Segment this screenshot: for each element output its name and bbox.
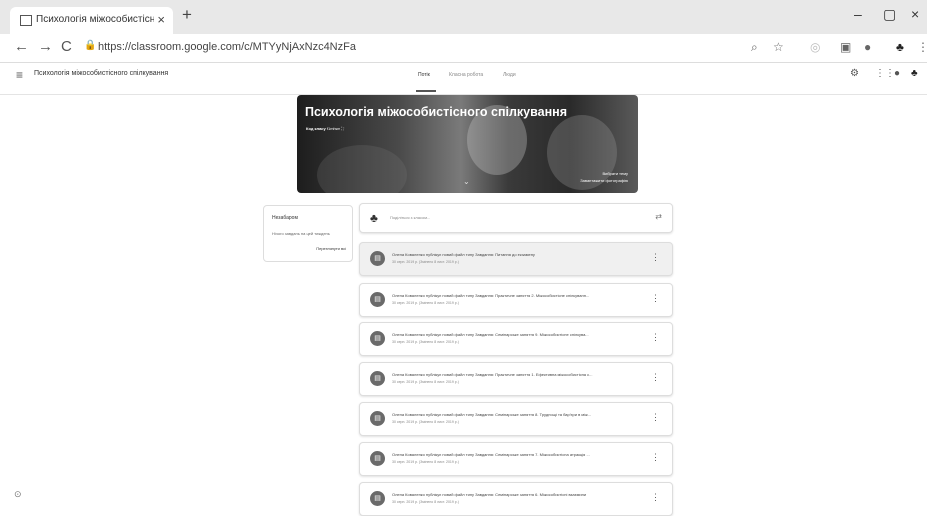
class-banner: Психологія міжособистісного спілкування …	[297, 95, 638, 193]
tab-title: Психологія міжособистісного с	[36, 14, 154, 25]
url-field[interactable]: 🔒 https://classroom.google.com/c/MTYyNjA…	[84, 38, 394, 58]
stream-post[interactable]: ▤ Олена Коваленко публікує новий файл ти…	[359, 242, 673, 276]
upcoming-subtitle: Нічого завдань на цей тиждень	[272, 231, 330, 236]
post-date: 30 серп. 2019 р. (Змінено 8 лист. 2019 р…	[392, 460, 459, 464]
theme-links: Вибрати тему Завантажити фотографію	[580, 170, 628, 184]
upcoming-card: Незабаром Нічого завдань на цей тиждень …	[263, 205, 353, 262]
class-code-value[interactable]: f1mhwr	[327, 126, 340, 131]
share-with-class-box[interactable]: ♣ Поділіться з класом... ⇄	[359, 203, 673, 233]
bookmark-star-icon[interactable]: ☆	[773, 40, 784, 54]
post-text: Олена Коваленко публікує новий файл типу…	[392, 412, 591, 417]
class-title: Психологія міжособистісного спілкування	[305, 105, 567, 119]
stream-post[interactable]: ▤ Олена Коваленко публікує новий файл ти…	[359, 283, 673, 317]
assignment-icon: ▤	[370, 331, 385, 346]
chevron-down-icon[interactable]: ⌄	[463, 177, 470, 186]
extension-circle-icon[interactable]: ●	[864, 40, 871, 54]
browser-menu-icon[interactable]: ⋮	[917, 40, 927, 54]
post-text: Олена Коваленко публікує новий файл типу…	[392, 293, 590, 298]
new-tab-button[interactable]: +	[182, 5, 192, 25]
repost-icon[interactable]: ⇄	[655, 212, 662, 221]
more-options-icon[interactable]: ⋮	[651, 412, 660, 423]
class-code: Код класу f1mhwr ⛶	[306, 126, 344, 131]
main-menu-icon[interactable]: ≡	[16, 68, 23, 82]
more-options-icon[interactable]: ⋮	[651, 332, 660, 343]
assignment-icon: ▤	[370, 411, 385, 426]
more-options-icon[interactable]: ⋮	[651, 293, 660, 304]
post-text: Олена Коваленко публікує новий файл типу…	[392, 332, 589, 337]
post-date: 30 серп. 2019 р. (Змінено 8 лист. 2019 р…	[392, 301, 459, 305]
extension-badge-icon[interactable]: ▣	[840, 40, 851, 54]
banner-photo-figure	[317, 145, 407, 193]
stream-post[interactable]: ▤ Олена Коваленко публікує новий файл ти…	[359, 482, 673, 516]
assignment-icon: ▤	[370, 371, 385, 386]
more-options-icon[interactable]: ⋮	[651, 372, 660, 383]
user-avatar-icon: ♣	[370, 211, 378, 225]
post-text: Олена Коваленко публікує новий файл типу…	[392, 492, 587, 497]
fullscreen-icon[interactable]: ⛶	[341, 126, 344, 131]
tab-people[interactable]: Люди	[503, 72, 516, 78]
assignment-icon: ▤	[370, 251, 385, 266]
upcoming-title: Незабаром	[272, 215, 298, 221]
post-date: 30 серп. 2019 р. (Змінено 8 лист. 2019 р…	[392, 420, 459, 424]
upload-photo-link[interactable]: Завантажити фотографію	[580, 177, 628, 184]
notifications-icon[interactable]: ●	[894, 68, 900, 79]
more-options-icon[interactable]: ⋮	[651, 252, 660, 263]
settings-gear-icon[interactable]: ⚙	[850, 68, 859, 79]
assignment-icon: ▤	[370, 292, 385, 307]
classroom-favicon-icon	[20, 15, 32, 26]
stream-post[interactable]: ▤ Олена Коваленко публікує новий файл ти…	[359, 322, 673, 356]
extension-icon[interactable]: ◎	[810, 40, 820, 54]
account-avatar-icon[interactable]: ♣	[911, 68, 918, 79]
post-date: 30 серп. 2019 р. (Змінено 8 лист. 2019 р…	[392, 380, 459, 384]
stream-post[interactable]: ▤ Олена Коваленко публікує новий файл ти…	[359, 402, 673, 436]
profile-avatar-icon[interactable]: ♣	[896, 40, 904, 54]
apps-grid-icon[interactable]: ⋮⋮	[875, 68, 895, 79]
share-placeholder: Поділіться з класом...	[390, 215, 431, 220]
forward-arrow-icon[interactable]: →	[38, 38, 53, 55]
tab-stream[interactable]: Потік	[418, 72, 430, 78]
post-text: Олена Коваленко публікує новий файл типу…	[392, 252, 535, 257]
post-date: 30 серп. 2019 р. (Змінено 8 лист. 2019 р…	[392, 340, 459, 344]
lock-icon: 🔒	[84, 40, 97, 51]
zoom-icon[interactable]: ⌕	[751, 40, 758, 55]
help-icon[interactable]: ⊙	[14, 489, 22, 500]
active-tab-indicator	[416, 90, 436, 92]
minimize-button[interactable]: –	[854, 6, 862, 22]
classroom-header	[0, 62, 927, 95]
stream-post[interactable]: ▤ Олена Коваленко публікує новий файл ти…	[359, 362, 673, 396]
more-options-icon[interactable]: ⋮	[651, 452, 660, 463]
more-options-icon[interactable]: ⋮	[651, 492, 660, 503]
assignment-icon: ▤	[370, 491, 385, 506]
class-code-label: Код класу	[306, 126, 326, 131]
maximize-button[interactable]: ▢	[883, 6, 896, 23]
tab-close-icon[interactable]: ×	[157, 12, 165, 27]
post-text: Олена Коваленко публікує новий файл типу…	[392, 372, 593, 377]
url-text: https://classroom.google.com/c/MTYyNjAxN…	[98, 41, 356, 53]
assignment-icon: ▤	[370, 451, 385, 466]
select-theme-link[interactable]: Вибрати тему	[580, 170, 628, 177]
close-window-button[interactable]: ×	[911, 6, 919, 22]
post-date: 30 серп. 2019 р. (Змінено 8 лист. 2019 р…	[392, 500, 459, 504]
reload-icon[interactable]: C	[61, 38, 72, 55]
stream-post[interactable]: ▤ Олена Коваленко публікує новий файл ти…	[359, 442, 673, 476]
back-arrow-icon[interactable]: ←	[14, 38, 29, 55]
post-text: Олена Коваленко публікує новий файл типу…	[392, 452, 590, 457]
browser-tab[interactable]: Психологія міжособистісного с ×	[10, 7, 173, 34]
post-date: 30 серп. 2019 р. (Змінено 8 лист. 2019 р…	[392, 260, 459, 264]
tab-classwork[interactable]: Класна робота	[449, 72, 483, 78]
header-course-name[interactable]: Психологія міжособистісного спілкування	[34, 70, 168, 77]
view-all-link[interactable]: Переглянути всі	[316, 246, 346, 251]
